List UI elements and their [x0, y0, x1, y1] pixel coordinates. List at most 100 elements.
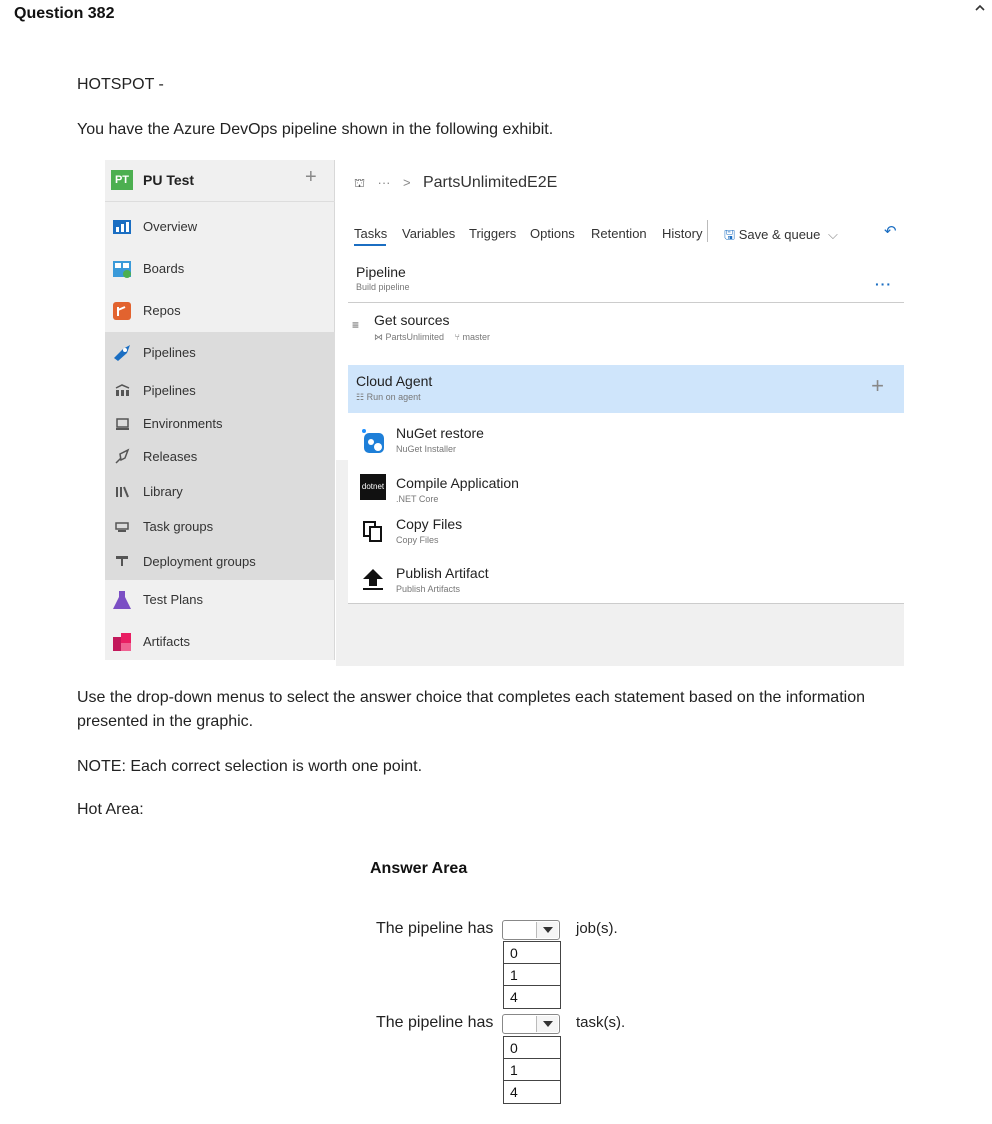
sidebar-item-label: Artifacts — [143, 634, 190, 649]
overview-icon — [111, 216, 133, 238]
hot-area-label: Hot Area: — [77, 801, 144, 818]
sidebar-item-label: Deployment groups — [143, 554, 256, 569]
sidebar-item-repos[interactable]: Repos — [105, 293, 335, 329]
pipeline-exhibit: PT PU Test + Overview Boards Repos Pipel… — [105, 160, 904, 666]
hotspot-label: HOTSPOT - — [77, 76, 164, 93]
chevron-down-icon[interactable] — [536, 1016, 558, 1032]
tab-retention[interactable]: Retention — [591, 226, 647, 241]
cloud-agent-row[interactable]: Cloud Agent ☷ Run on agent + — [348, 365, 904, 413]
pipeline-title: Pipeline — [356, 264, 406, 280]
task-title: NuGet restore — [396, 425, 484, 441]
repo-icon: ⋈ — [374, 332, 383, 342]
add-task-icon[interactable]: + — [871, 373, 884, 399]
save-queue-button[interactable]: 🖫 Save & queue ⌵ — [724, 226, 838, 248]
project-name: PU Test — [143, 172, 195, 188]
branch-icon: ⑂ — [454, 332, 460, 342]
pipeline-editor: ⛫ ··· > PartsUnlimitedE2E Tasks Variable… — [336, 160, 904, 666]
breadcrumb: ⛫ ··· > PartsUnlimitedE2E — [354, 174, 557, 192]
task-compile-application[interactable]: dotnet Compile Application .NET Core — [348, 470, 904, 510]
statement-2-prefix: The pipeline has — [376, 1014, 494, 1031]
tasks-options: 0 1 4 — [503, 1036, 561, 1104]
jobs-dropdown[interactable] — [502, 920, 560, 940]
sidebar-item-boards[interactable]: Boards — [105, 251, 335, 287]
answer-area-title: Answer Area — [370, 860, 468, 877]
option-1[interactable]: 1 — [504, 1059, 560, 1081]
save-icon: 🖫 — [724, 227, 736, 242]
sidebar-item-label: Test Plans — [143, 592, 203, 607]
library-icon — [111, 481, 133, 503]
sidebar-item-label: Pipelines — [143, 345, 196, 360]
sidebar-item-test-plans[interactable]: Test Plans — [105, 582, 335, 618]
sidebar-item-task-groups[interactable]: Task groups — [105, 509, 335, 545]
option-0[interactable]: 0 — [504, 1037, 560, 1059]
sidebar-item-pipelines-sub[interactable]: Pipelines — [105, 373, 335, 409]
tab-variables[interactable]: Variables — [402, 226, 455, 241]
task-subtitle: Copy Files — [396, 535, 439, 545]
more-options-icon[interactable]: ··· — [875, 276, 892, 292]
sidebar-item-overview[interactable]: Overview — [105, 209, 335, 245]
chevron-down-icon[interactable]: ⌵ — [828, 227, 838, 242]
task-title: Copy Files — [396, 516, 463, 532]
sidebar-item-label: Task groups — [143, 519, 214, 534]
jobs-options: 0 1 4 — [503, 941, 561, 1009]
repo-name: PartsUnlimited — [385, 332, 445, 342]
agent-subtitle-text: Run on agent — [366, 392, 421, 402]
tab-options[interactable]: Options — [530, 226, 575, 241]
tab-triggers[interactable]: Triggers — [469, 226, 516, 241]
statement-2-suffix: task(s). — [576, 1014, 626, 1031]
sidebar-item-label: Pipelines — [143, 383, 196, 398]
statement-1-prefix: The pipeline has — [376, 920, 494, 937]
sidebar-item-pipelines[interactable]: Pipelines — [105, 335, 335, 371]
pipelines-icon — [111, 342, 133, 364]
breadcrumb-ellipsis[interactable]: ··· — [377, 175, 390, 190]
pipeline-row[interactable]: Pipeline Build pipeline ··· — [348, 258, 904, 302]
agent-title: Cloud Agent — [356, 373, 433, 389]
sidebar-item-releases[interactable]: Releases — [105, 439, 335, 475]
pipeline-subtitle: Build pipeline — [356, 282, 410, 292]
undo-icon[interactable]: ↶ — [884, 222, 897, 240]
active-tab-indicator — [354, 244, 386, 246]
pipeline-breadcrumb-icon: ⛫ — [354, 176, 366, 190]
nuget-icon — [360, 428, 386, 454]
sidebar-item-label: Boards — [143, 261, 185, 276]
chevron-up-icon[interactable] — [972, 2, 988, 18]
task-title: Compile Application — [396, 475, 519, 491]
pipeline-name: PartsUnlimitedE2E — [422, 174, 558, 191]
task-copy-files[interactable]: Copy Files Copy Files — [348, 512, 904, 552]
publish-icon — [360, 566, 386, 592]
deployment-groups-icon — [111, 551, 133, 573]
branch-name: master — [462, 332, 490, 342]
copy-files-icon — [360, 518, 386, 544]
option-4[interactable]: 4 — [504, 1081, 560, 1103]
get-sources-title: Get sources — [374, 312, 450, 328]
tab-history[interactable]: History — [662, 226, 702, 241]
task-subtitle: .NET Core — [396, 494, 439, 504]
get-sources-row[interactable]: ≡ Get sources ⋈ PartsUnlimited ⑂ master — [348, 310, 904, 358]
toolbar-divider — [707, 220, 708, 242]
option-0[interactable]: 0 — [504, 942, 560, 964]
tab-tasks[interactable]: Tasks — [354, 226, 387, 241]
note-text: NOTE: Each correct selection is worth on… — [77, 758, 423, 775]
dotnet-icon: dotnet — [360, 474, 386, 500]
project-badge: PT — [111, 170, 133, 190]
sidebar-item-deployment-groups[interactable]: Deployment groups — [105, 544, 335, 580]
instructions-text: Use the drop-down menus to select the an… — [77, 689, 865, 730]
sidebar-item-library[interactable]: Library — [105, 474, 335, 510]
agent-subtitle: ☷ Run on agent — [356, 392, 421, 403]
option-4[interactable]: 4 — [504, 986, 560, 1008]
sidebar-item-label: Releases — [143, 449, 198, 464]
intro-text: You have the Azure DevOps pipeline shown… — [77, 121, 554, 138]
tasks-dropdown[interactable] — [502, 1014, 560, 1034]
boards-icon — [111, 258, 133, 280]
agent-icon: ☷ — [356, 392, 367, 402]
environments-icon — [111, 413, 133, 435]
task-groups-icon — [111, 516, 133, 538]
chevron-down-icon[interactable] — [536, 922, 558, 938]
task-subtitle: NuGet Installer — [396, 444, 457, 454]
add-icon[interactable]: + — [305, 166, 317, 189]
task-nuget-restore[interactable]: NuGet restore NuGet Installer — [348, 418, 904, 464]
task-publish-artifact[interactable]: Publish Artifact Publish Artifacts — [348, 560, 904, 600]
sidebar-item-artifacts[interactable]: Artifacts — [105, 624, 335, 660]
sidebar-item-environments[interactable]: Environments — [105, 406, 335, 442]
option-1[interactable]: 1 — [504, 964, 560, 986]
